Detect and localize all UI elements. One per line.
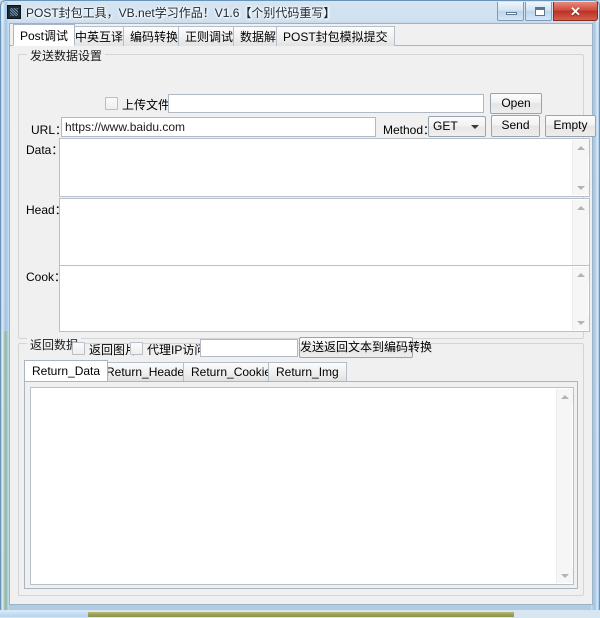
- application-window: POST封包工具，VB.net学习作品！V1.6【个别代码重写】 ✕ Post调…: [0, 0, 600, 612]
- return-data-page: [24, 381, 578, 589]
- empty-button[interactable]: Empty: [545, 115, 596, 137]
- tab-encoding[interactable]: 编码转换: [123, 26, 185, 46]
- main-tab-strip: Post调试 中英互译 编码转换 正则调试 数据解析 POST封包模拟提交: [10, 24, 592, 46]
- url-input[interactable]: https://www.baidu.com: [61, 117, 376, 137]
- scroll-up-icon[interactable]: [573, 267, 589, 282]
- window-controls: ✕: [496, 2, 598, 21]
- close-button[interactable]: ✕: [553, 2, 598, 21]
- tab-post-debug[interactable]: Post调试: [13, 24, 75, 46]
- scroll-down-icon[interactable]: [557, 568, 573, 583]
- send-return-text-to-encoder-button[interactable]: 发送返回文本到编码转换: [299, 337, 413, 358]
- proxy-ip-checkbox[interactable]: [130, 342, 143, 355]
- client-area: Post调试 中英互译 编码转换 正则调试 数据解析 POST封包模拟提交 发送…: [9, 23, 593, 605]
- app-icon: [7, 5, 21, 19]
- tab-return-data[interactable]: Return_Data: [24, 360, 108, 381]
- tab-post-simulate[interactable]: POST封包模拟提交: [276, 26, 395, 46]
- return-data-textarea[interactable]: [30, 387, 574, 585]
- scroll-up-icon[interactable]: [573, 140, 589, 155]
- scroll-up-icon[interactable]: [557, 389, 573, 404]
- proxy-ip-input[interactable]: [200, 339, 298, 357]
- send-button[interactable]: Send: [491, 115, 540, 137]
- data-label: Data：: [26, 141, 63, 158]
- data-textarea[interactable]: [59, 138, 590, 197]
- return-data-scrollbar[interactable]: [556, 389, 572, 583]
- minimize-button[interactable]: [497, 2, 524, 21]
- scroll-up-icon[interactable]: [573, 200, 589, 215]
- maximize-button[interactable]: [525, 2, 552, 21]
- desktop-strip-olive: [88, 612, 514, 617]
- chevron-down-icon: [471, 125, 479, 129]
- desktop-strip-blue: [0, 612, 92, 617]
- data-scrollbar[interactable]: [572, 140, 588, 195]
- desktop-bottom-strip: [0, 610, 600, 618]
- scroll-down-icon[interactable]: [573, 315, 589, 330]
- cook-textarea[interactable]: [59, 265, 590, 332]
- tab-regex[interactable]: 正则调试: [178, 26, 240, 46]
- send-data-group-title: 发送数据设置: [27, 47, 105, 64]
- upload-file-path-input[interactable]: [168, 94, 484, 113]
- return-tab-strip: Return_Data Return_Header Return_Cookie …: [24, 360, 578, 381]
- post-debug-page: 发送数据设置 上传文件： Open URL： https://www.baidu…: [10, 46, 592, 604]
- maximize-icon: [535, 7, 545, 16]
- tab-return-header[interactable]: Return_Header: [98, 362, 196, 381]
- scroll-down-icon[interactable]: [573, 180, 589, 195]
- open-file-button[interactable]: Open: [490, 93, 542, 114]
- cook-scrollbar[interactable]: [572, 267, 588, 330]
- upload-file-checkbox[interactable]: [105, 97, 118, 110]
- close-icon: ✕: [554, 4, 597, 19]
- window-frame-left: [2, 2, 9, 612]
- window-title: POST封包工具，VB.net学习作品！V1.6【个别代码重写】: [26, 4, 335, 21]
- minimize-icon: [506, 12, 517, 15]
- method-select-value: GET: [433, 119, 458, 133]
- return-image-checkbox[interactable]: [72, 342, 85, 355]
- title-bar[interactable]: POST封包工具，VB.net学习作品！V1.6【个别代码重写】 ✕: [1, 1, 600, 23]
- tab-return-cookie[interactable]: Return_Cookie: [183, 362, 279, 381]
- method-select[interactable]: GET: [428, 116, 486, 137]
- tab-return-img[interactable]: Return_Img: [268, 362, 347, 381]
- window-frame-left-lower: [2, 331, 9, 611]
- tab-translate[interactable]: 中英互译: [68, 26, 130, 46]
